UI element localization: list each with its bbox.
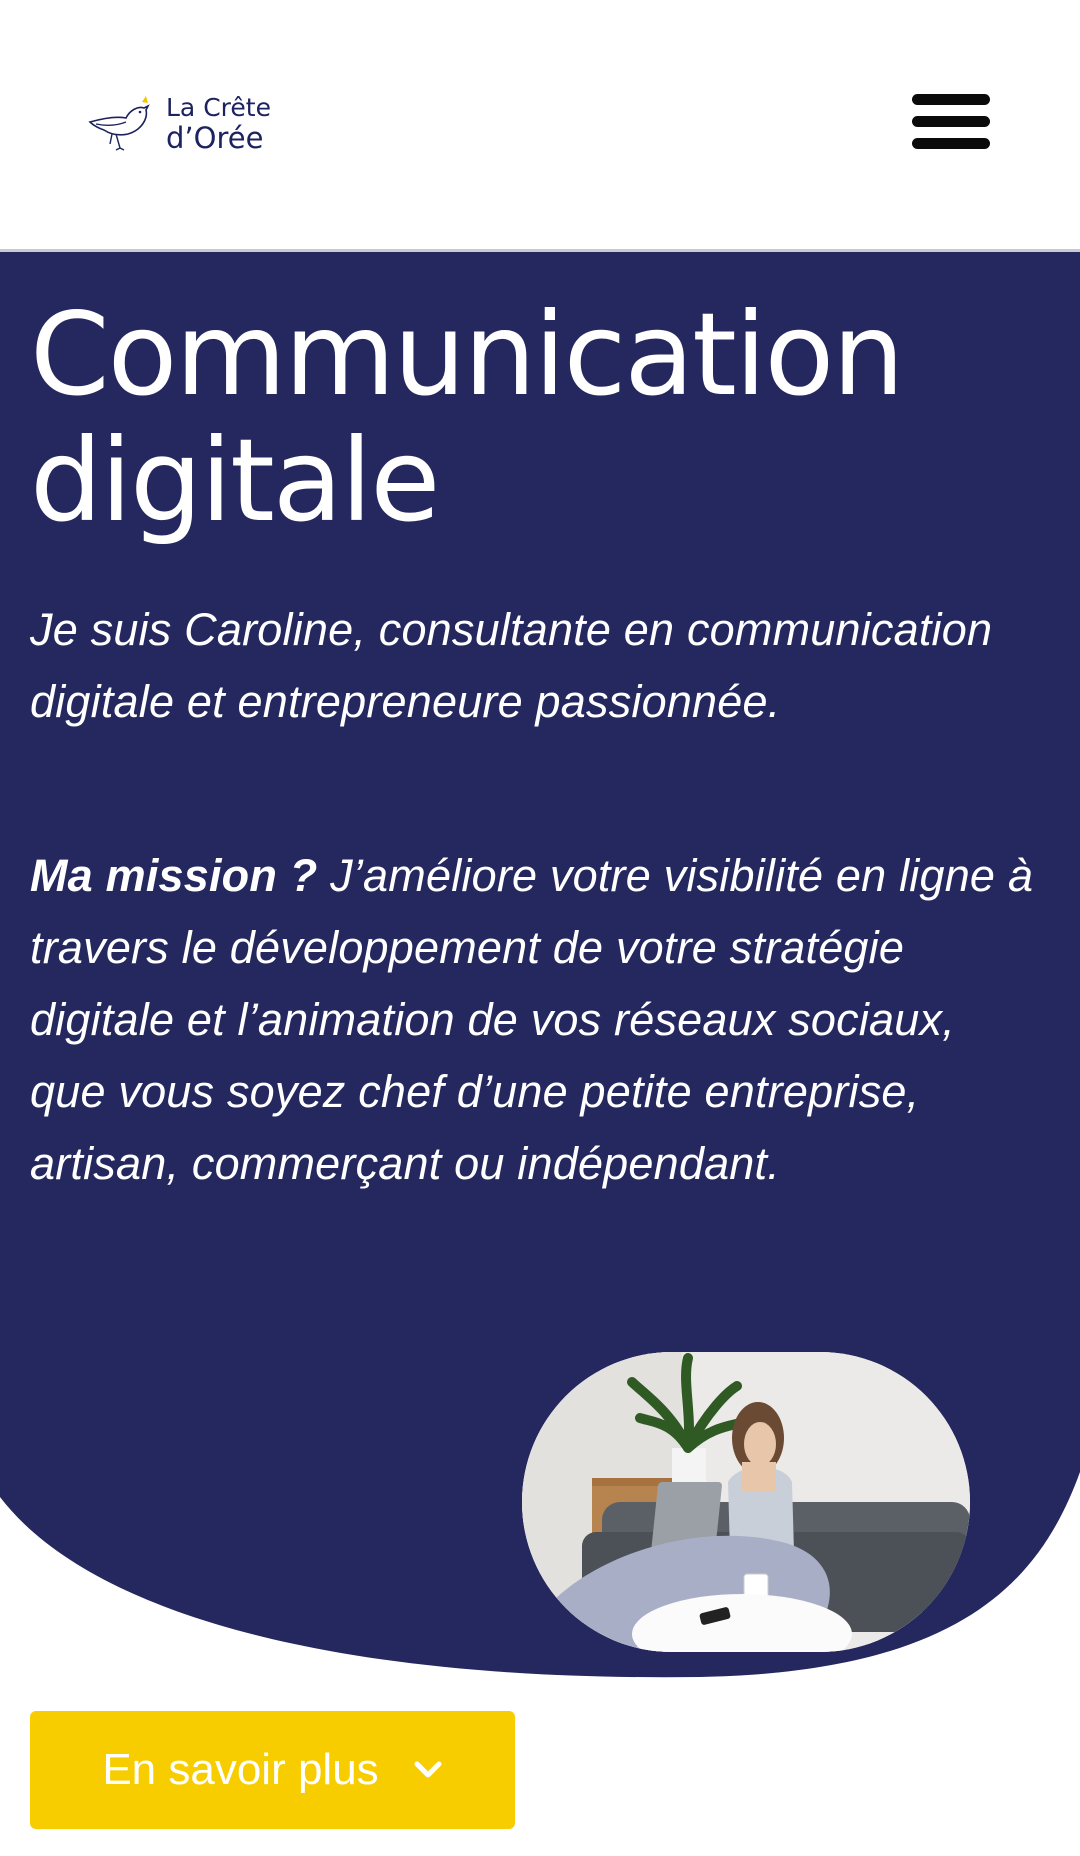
chevron-down-icon <box>414 1761 442 1778</box>
site-header: La Crête d’Orée <box>0 0 1080 252</box>
site-logo[interactable]: La Crête d’Orée <box>86 92 286 154</box>
learn-more-button[interactable]: En savoir plus <box>30 1711 515 1829</box>
hamburger-menu-button[interactable] <box>906 88 996 154</box>
learn-more-label: En savoir plus <box>102 1745 379 1794</box>
page: La Crête d’Orée Communication digitale J… <box>0 0 1080 1856</box>
bird-logo-icon <box>88 96 150 151</box>
intro-paragraph: Je suis Caroline, consultante en communi… <box>30 604 993 727</box>
mission-label: Ma mission ? <box>30 850 318 901</box>
title-line2: digitale <box>30 414 440 547</box>
title-line1: Communication <box>30 288 905 421</box>
page-title: Communication digitale <box>30 292 905 547</box>
logo-line2: d’Orée <box>166 121 264 155</box>
woman-on-sofa-photo <box>522 1352 970 1652</box>
logo-line1: La Crête <box>166 93 271 122</box>
hero-section: Communication digitale Je suis Caroline,… <box>0 252 1080 1687</box>
mission-paragraph: Ma mission ? J’améliore votre visibilité… <box>30 840 1040 1200</box>
hero-photo <box>522 1352 970 1652</box>
logo-text: La Crête d’Orée <box>166 93 271 153</box>
